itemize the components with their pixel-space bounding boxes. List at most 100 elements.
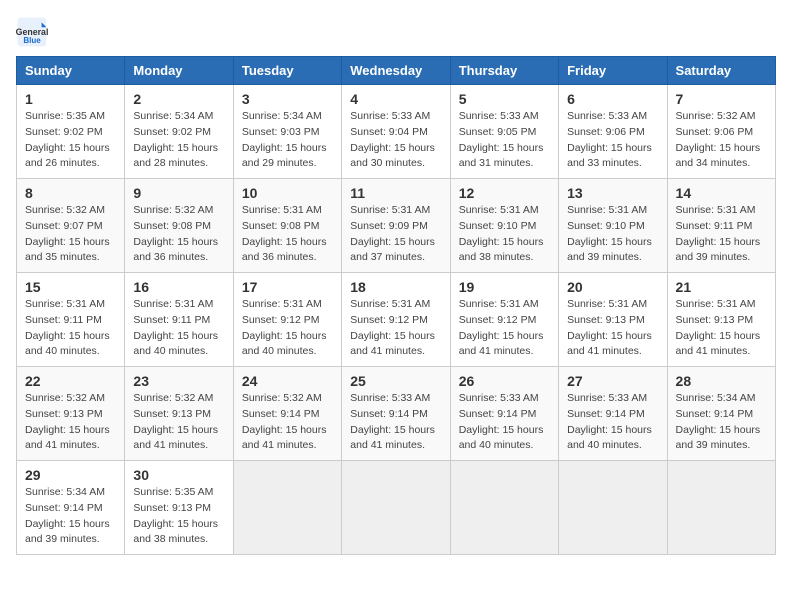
day-info: Sunrise: 5:31 AM Sunset: 9:11 PM Dayligh…: [25, 297, 116, 360]
calendar-cell: 8 Sunrise: 5:32 AM Sunset: 9:07 PM Daylig…: [17, 179, 125, 273]
day-number: 13: [567, 185, 658, 201]
calendar-cell: 29Sunrise: 5:34 AM Sunset: 9:14 PM Dayli…: [17, 461, 125, 555]
day-info: Sunrise: 5:33 AM Sunset: 9:06 PM Dayligh…: [567, 109, 658, 172]
day-info: Sunrise: 5:33 AM Sunset: 9:14 PM Dayligh…: [567, 391, 658, 454]
day-info: Sunrise: 5:33 AM Sunset: 9:14 PM Dayligh…: [350, 391, 441, 454]
calendar-header-saturday: Saturday: [667, 57, 775, 85]
day-number: 9: [133, 185, 224, 201]
calendar-header-friday: Friday: [559, 57, 667, 85]
calendar-header-monday: Monday: [125, 57, 233, 85]
day-info: Sunrise: 5:34 AM Sunset: 9:14 PM Dayligh…: [676, 391, 767, 454]
day-number: 16: [133, 279, 224, 295]
calendar-week-row: 1 Sunrise: 5:35 AM Sunset: 9:02 PM Daylig…: [17, 85, 776, 179]
day-info: Sunrise: 5:32 AM Sunset: 9:06 PM Dayligh…: [676, 109, 767, 172]
day-number: 25: [350, 373, 441, 389]
calendar-header-sunday: Sunday: [17, 57, 125, 85]
calendar-cell: 2 Sunrise: 5:34 AM Sunset: 9:02 PM Daylig…: [125, 85, 233, 179]
calendar-cell: [233, 461, 341, 555]
day-info: Sunrise: 5:34 AM Sunset: 9:03 PM Dayligh…: [242, 109, 333, 172]
day-info: Sunrise: 5:31 AM Sunset: 9:13 PM Dayligh…: [676, 297, 767, 360]
day-number: 3: [242, 91, 333, 107]
calendar-cell: 16 Sunrise: 5:31 AM Sunset: 9:11 PM Dayli…: [125, 273, 233, 367]
calendar-body: 1 Sunrise: 5:35 AM Sunset: 9:02 PM Daylig…: [17, 85, 776, 555]
day-number: 20: [567, 279, 658, 295]
day-number: 24: [242, 373, 333, 389]
calendar-cell: [450, 461, 558, 555]
calendar-cell: 5 Sunrise: 5:33 AM Sunset: 9:05 PM Daylig…: [450, 85, 558, 179]
calendar-cell: 6 Sunrise: 5:33 AM Sunset: 9:06 PM Daylig…: [559, 85, 667, 179]
calendar-cell: 26 Sunrise: 5:33 AM Sunset: 9:14 PM Dayli…: [450, 367, 558, 461]
day-number: 26: [459, 373, 550, 389]
calendar-cell: 27Sunrise: 5:33 AM Sunset: 9:14 PM Dayli…: [559, 367, 667, 461]
calendar-cell: 23 Sunrise: 5:32 AM Sunset: 9:13 PM Dayli…: [125, 367, 233, 461]
calendar-cell: 20 Sunrise: 5:31 AM Sunset: 9:13 PM Dayli…: [559, 273, 667, 367]
calendar-cell: 22 Sunrise: 5:32 AM Sunset: 9:13 PM Dayli…: [17, 367, 125, 461]
calendar-cell: 21 Sunrise: 5:31 AM Sunset: 9:13 PM Dayli…: [667, 273, 775, 367]
calendar-cell: 7Sunrise: 5:32 AM Sunset: 9:06 PM Daylig…: [667, 85, 775, 179]
day-number: 10: [242, 185, 333, 201]
calendar-cell: 15 Sunrise: 5:31 AM Sunset: 9:11 PM Dayli…: [17, 273, 125, 367]
calendar-cell: [342, 461, 450, 555]
day-number: 17: [242, 279, 333, 295]
calendar-cell: 30 Sunrise: 5:35 AM Sunset: 9:13 PM Dayli…: [125, 461, 233, 555]
calendar-cell: 11 Sunrise: 5:31 AM Sunset: 9:09 PM Dayli…: [342, 179, 450, 273]
calendar-cell: 18Sunrise: 5:31 AM Sunset: 9:12 PM Dayli…: [342, 273, 450, 367]
calendar-cell: 10Sunrise: 5:31 AM Sunset: 9:08 PM Dayli…: [233, 179, 341, 273]
day-info: Sunrise: 5:34 AM Sunset: 9:02 PM Dayligh…: [133, 109, 224, 172]
day-info: Sunrise: 5:31 AM Sunset: 9:10 PM Dayligh…: [459, 203, 550, 266]
header: General Blue: [16, 16, 776, 48]
day-number: 14: [676, 185, 767, 201]
day-number: 2: [133, 91, 224, 107]
day-info: Sunrise: 5:33 AM Sunset: 9:05 PM Dayligh…: [459, 109, 550, 172]
day-number: 21: [676, 279, 767, 295]
day-info: Sunrise: 5:35 AM Sunset: 9:13 PM Dayligh…: [133, 485, 224, 548]
calendar-week-row: 8 Sunrise: 5:32 AM Sunset: 9:07 PM Daylig…: [17, 179, 776, 273]
day-number: 1: [25, 91, 116, 107]
day-number: 15: [25, 279, 116, 295]
calendar-header-tuesday: Tuesday: [233, 57, 341, 85]
day-number: 11: [350, 185, 441, 201]
calendar-cell: 19 Sunrise: 5:31 AM Sunset: 9:12 PM Dayli…: [450, 273, 558, 367]
day-info: Sunrise: 5:31 AM Sunset: 9:13 PM Dayligh…: [567, 297, 658, 360]
calendar-cell: 9 Sunrise: 5:32 AM Sunset: 9:08 PM Daylig…: [125, 179, 233, 273]
day-info: Sunrise: 5:31 AM Sunset: 9:11 PM Dayligh…: [133, 297, 224, 360]
calendar-cell: 4 Sunrise: 5:33 AM Sunset: 9:04 PM Daylig…: [342, 85, 450, 179]
day-number: 8: [25, 185, 116, 201]
day-number: 30: [133, 467, 224, 483]
day-info: Sunrise: 5:31 AM Sunset: 9:12 PM Dayligh…: [459, 297, 550, 360]
day-number: 22: [25, 373, 116, 389]
svg-text:Blue: Blue: [23, 36, 41, 45]
day-info: Sunrise: 5:32 AM Sunset: 9:13 PM Dayligh…: [25, 391, 116, 454]
calendar-cell: 1 Sunrise: 5:35 AM Sunset: 9:02 PM Daylig…: [17, 85, 125, 179]
day-info: Sunrise: 5:31 AM Sunset: 9:12 PM Dayligh…: [242, 297, 333, 360]
calendar-week-row: 22 Sunrise: 5:32 AM Sunset: 9:13 PM Dayli…: [17, 367, 776, 461]
day-info: Sunrise: 5:33 AM Sunset: 9:04 PM Dayligh…: [350, 109, 441, 172]
day-info: Sunrise: 5:32 AM Sunset: 9:14 PM Dayligh…: [242, 391, 333, 454]
calendar-cell: 3 Sunrise: 5:34 AM Sunset: 9:03 PM Daylig…: [233, 85, 341, 179]
day-number: 5: [459, 91, 550, 107]
calendar-header-row: SundayMondayTuesdayWednesdayThursdayFrid…: [17, 57, 776, 85]
day-number: 29: [25, 467, 116, 483]
calendar-cell: 24 Sunrise: 5:32 AM Sunset: 9:14 PM Dayli…: [233, 367, 341, 461]
day-number: 28: [676, 373, 767, 389]
calendar-cell: 28 Sunrise: 5:34 AM Sunset: 9:14 PM Dayli…: [667, 367, 775, 461]
calendar-cell: [667, 461, 775, 555]
logo-icon: General Blue: [16, 16, 48, 48]
day-info: Sunrise: 5:35 AM Sunset: 9:02 PM Dayligh…: [25, 109, 116, 172]
day-number: 6: [567, 91, 658, 107]
day-info: Sunrise: 5:32 AM Sunset: 9:08 PM Dayligh…: [133, 203, 224, 266]
day-info: Sunrise: 5:33 AM Sunset: 9:14 PM Dayligh…: [459, 391, 550, 454]
calendar-table: SundayMondayTuesdayWednesdayThursdayFrid…: [16, 56, 776, 555]
calendar-cell: 17 Sunrise: 5:31 AM Sunset: 9:12 PM Dayli…: [233, 273, 341, 367]
day-info: Sunrise: 5:32 AM Sunset: 9:07 PM Dayligh…: [25, 203, 116, 266]
day-number: 4: [350, 91, 441, 107]
calendar-header-thursday: Thursday: [450, 57, 558, 85]
calendar-week-row: 29Sunrise: 5:34 AM Sunset: 9:14 PM Dayli…: [17, 461, 776, 555]
day-info: Sunrise: 5:31 AM Sunset: 9:09 PM Dayligh…: [350, 203, 441, 266]
day-info: Sunrise: 5:32 AM Sunset: 9:13 PM Dayligh…: [133, 391, 224, 454]
calendar-header-wednesday: Wednesday: [342, 57, 450, 85]
day-number: 23: [133, 373, 224, 389]
calendar-cell: [559, 461, 667, 555]
day-number: 12: [459, 185, 550, 201]
day-number: 19: [459, 279, 550, 295]
